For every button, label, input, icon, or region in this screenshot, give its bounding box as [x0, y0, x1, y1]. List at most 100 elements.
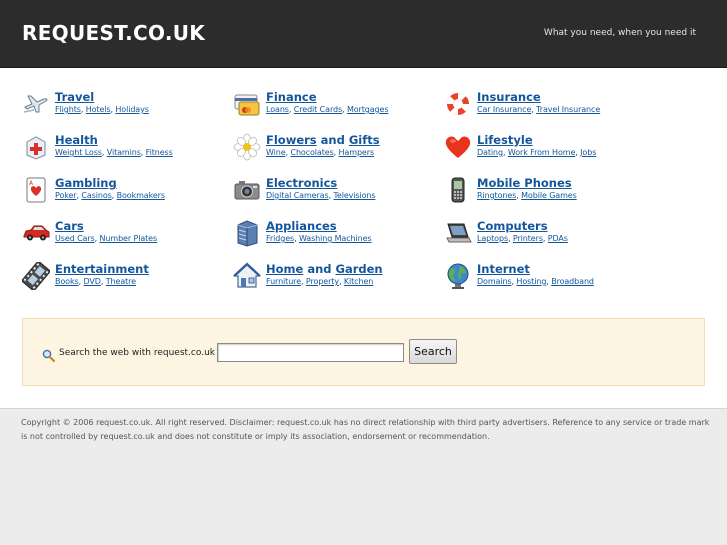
site-header: REQUEST.CO.UK What you need, when you ne…	[0, 0, 727, 68]
category-entertainment: Entertainment Books, DVD, Theatre	[22, 262, 222, 298]
search-panel: Search the web with request.co.uk Search	[22, 318, 705, 386]
sub-link[interactable]: Work From Home	[508, 148, 575, 157]
category-directory: Travel Flights, Hotels, Holidays Finance…	[0, 68, 727, 408]
category-home-garden: Home and Garden Furniture, Property, Kit…	[233, 262, 433, 298]
sub-link[interactable]: PDAs	[548, 234, 568, 243]
sub-link[interactable]: Car Insurance	[477, 105, 531, 114]
category-internet: Internet Domains, Hosting, Broadband	[444, 262, 644, 298]
category-title-link[interactable]: Mobile Phones	[477, 176, 572, 190]
laptop-icon	[444, 219, 472, 247]
footer-disclaimer: Copyright © 2006 request.co.uk. All righ…	[21, 418, 710, 441]
sub-link[interactable]: Hampers	[339, 148, 375, 157]
sub-link[interactable]: DVD	[83, 277, 100, 286]
sub-link[interactable]: Jobs	[580, 148, 596, 157]
category-title-link[interactable]: Travel	[55, 90, 94, 104]
sub-link[interactable]: Furniture	[266, 277, 301, 286]
search-input[interactable]	[217, 343, 404, 362]
search-button[interactable]: Search	[409, 339, 457, 364]
sub-link[interactable]: Holidays	[115, 105, 149, 114]
site-title[interactable]: REQUEST.CO.UK	[22, 21, 205, 45]
sub-link[interactable]: Televisions	[333, 191, 375, 200]
category-appliances: Appliances Fridges, Washing Machines	[233, 219, 433, 255]
credit-cards-icon	[233, 90, 261, 118]
category-computers: Computers Laptops, Printers, PDAs	[444, 219, 644, 255]
category-title-link[interactable]: Lifestyle	[477, 133, 533, 147]
category-health: Health Weight Loss, Vitamins, Fitness	[22, 133, 222, 169]
sub-link[interactable]: Bookmakers	[117, 191, 165, 200]
sub-link[interactable]: Theatre	[106, 277, 136, 286]
category-insurance: Insurance Car Insurance, Travel Insuranc…	[444, 90, 644, 126]
film-reel-icon	[22, 262, 50, 290]
category-electronics: Electronics Digital Cameras, Televisions	[233, 176, 433, 212]
sub-link[interactable]: Flights	[55, 105, 81, 114]
sub-link[interactable]: Used Cars	[55, 234, 95, 243]
camera-icon	[233, 176, 261, 204]
search-label: Search the web with request.co.uk	[59, 348, 215, 358]
sub-link[interactable]: Number Plates	[100, 234, 158, 243]
tagline: What you need, when you need it	[543, 28, 696, 38]
airplane-icon	[22, 90, 50, 118]
category-title-link[interactable]: Gifts	[349, 133, 380, 147]
category-title-link[interactable]: Flowers	[266, 133, 317, 147]
sub-link[interactable]: Chocolates	[290, 148, 333, 157]
sub-link[interactable]: Dating	[477, 148, 503, 157]
sub-link[interactable]: Wine	[266, 148, 286, 157]
sub-link[interactable]: Fridges	[266, 234, 294, 243]
category-finance: Finance Loans, Credit Cards, Mortgages	[233, 90, 433, 126]
footer: Copyright © 2006 request.co.uk. All righ…	[0, 408, 727, 545]
sub-link[interactable]: Books	[55, 277, 79, 286]
sub-link[interactable]: Domains	[477, 277, 512, 286]
category-travel: Travel Flights, Hotels, Holidays	[22, 90, 222, 126]
category-title-link[interactable]: Internet	[477, 262, 530, 276]
sub-link[interactable]: Washing Machines	[299, 234, 372, 243]
sub-link[interactable]: Casinos	[81, 191, 111, 200]
category-title-link[interactable]: Appliances	[266, 219, 337, 233]
sub-link[interactable]: Kitchen	[344, 277, 373, 286]
category-title-link[interactable]: Computers	[477, 219, 548, 233]
category-mobile-phones: Mobile Phones Ringtones, Mobile Games	[444, 176, 644, 212]
category-title-link[interactable]: Health	[55, 133, 98, 147]
sub-link[interactable]: Mobile Games	[521, 191, 577, 200]
sub-link[interactable]: Laptops	[477, 234, 508, 243]
heart-icon	[444, 133, 472, 161]
sub-link[interactable]: Broadband	[551, 277, 594, 286]
sub-link[interactable]: Travel Insurance	[536, 105, 600, 114]
house-icon	[233, 262, 261, 290]
sub-link[interactable]: Poker	[55, 191, 77, 200]
mobile-phone-icon	[444, 176, 472, 204]
magnifier-icon	[42, 347, 56, 363]
category-title-link[interactable]: Garden	[336, 262, 383, 276]
category-cars: Cars Used Cars, Number Plates	[22, 219, 222, 255]
sub-link[interactable]: Loans	[266, 105, 289, 114]
car-icon	[22, 219, 50, 247]
category-title-link[interactable]: Insurance	[477, 90, 541, 104]
appliance-icon	[233, 219, 261, 247]
category-title-link[interactable]: Home	[266, 262, 303, 276]
sub-link[interactable]: Digital Cameras	[266, 191, 329, 200]
first-aid-icon	[22, 133, 50, 161]
sub-link[interactable]: Mortgages	[347, 105, 389, 114]
category-title-link[interactable]: Electronics	[266, 176, 337, 190]
category-title-link[interactable]: Finance	[266, 90, 317, 104]
playing-card-icon: A	[22, 176, 50, 204]
and-text: and	[307, 262, 332, 276]
sub-link[interactable]: Vitamins	[107, 148, 141, 157]
category-title-link[interactable]: Gambling	[55, 176, 117, 190]
and-text: and	[320, 133, 345, 147]
category-gambling: A Gambling Poker, Casinos, Bookmakers	[22, 176, 222, 212]
category-lifestyle: Lifestyle Dating, Work From Home, Jobs	[444, 133, 644, 169]
flower-icon	[233, 133, 261, 161]
sub-link[interactable]: Ringtones	[477, 191, 516, 200]
sub-link[interactable]: Weight Loss	[55, 148, 102, 157]
category-title-link[interactable]: Cars	[55, 219, 84, 233]
sub-link[interactable]: Printers	[513, 234, 543, 243]
category-flowers-gifts: Flowers and Gifts Wine, Chocolates, Hamp…	[233, 133, 433, 169]
globe-icon	[444, 262, 472, 290]
sub-link[interactable]: Hosting	[516, 277, 546, 286]
sub-link[interactable]: Hotels	[86, 105, 111, 114]
sub-link[interactable]: Credit Cards	[294, 105, 342, 114]
sub-link[interactable]: Fitness	[146, 148, 173, 157]
sub-link[interactable]: Property	[306, 277, 339, 286]
lifebuoy-icon	[444, 90, 472, 118]
category-title-link[interactable]: Entertainment	[55, 262, 149, 276]
